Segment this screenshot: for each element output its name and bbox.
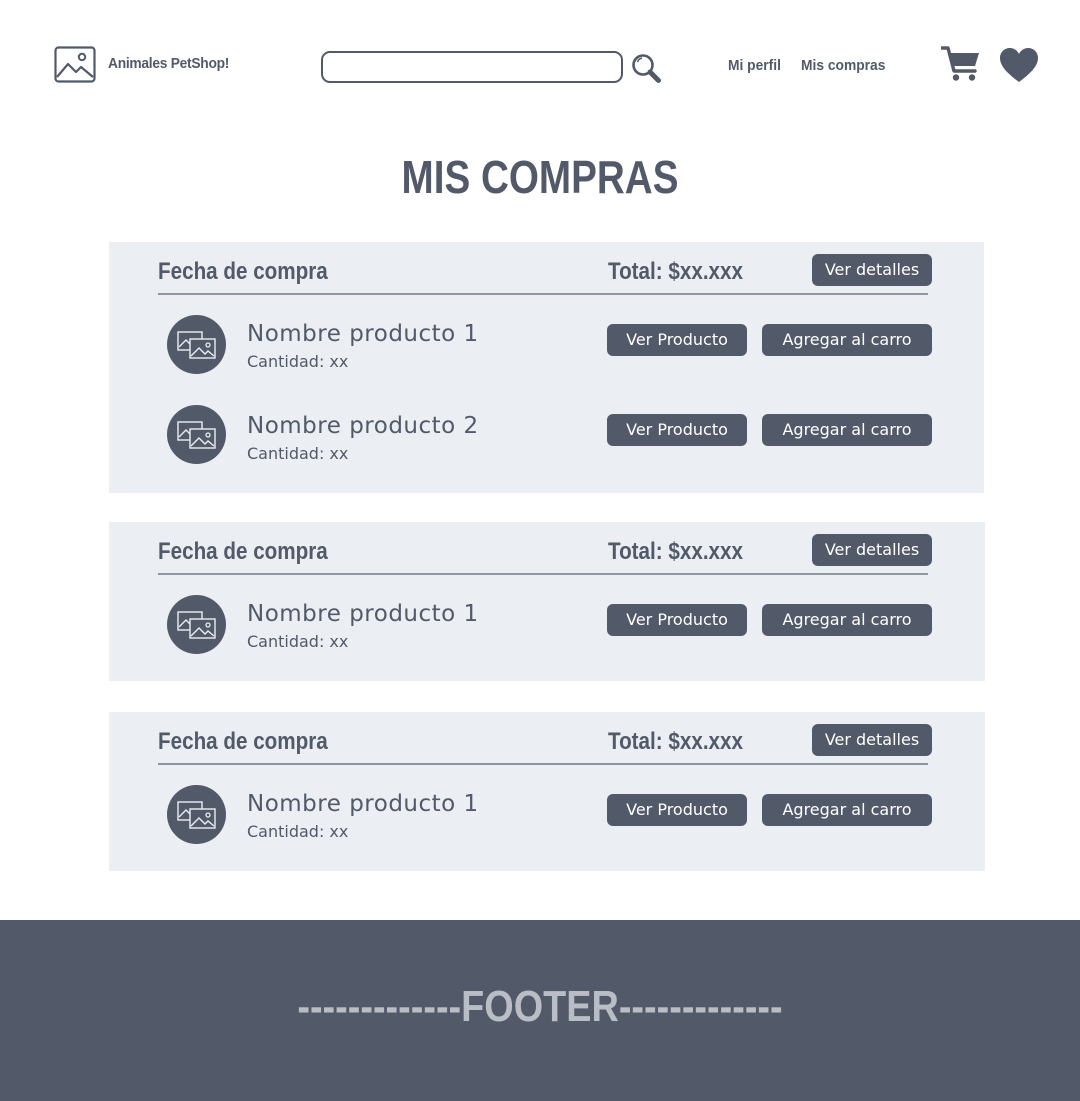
product-quantity: Cantidad: xx: [247, 822, 349, 841]
order-date: Fecha de compra: [158, 538, 328, 565]
product-thumbnail: [167, 405, 226, 464]
add-to-cart-button[interactable]: Agregar al carro: [762, 604, 932, 636]
product-thumbnail: [167, 785, 226, 844]
view-product-button[interactable]: Ver Producto: [607, 604, 747, 636]
page-title: MIS COMPRAS: [401, 151, 679, 203]
order-card: Fecha de compra Total: $xx.xxx Ver detal…: [109, 242, 984, 493]
product-item: Nombre producto 1 Cantidad: xx Ver Produ…: [109, 785, 985, 845]
order-divider: [158, 573, 928, 575]
product-item: Nombre producto 1 Cantidad: xx Ver Produ…: [109, 595, 985, 655]
order-total: Total: $xx.xxx: [608, 538, 743, 565]
order-divider: [158, 293, 928, 295]
header: Animales PetShop! Mi perfil Mis compras: [0, 0, 1080, 130]
image-icon[interactable]: [54, 46, 96, 83]
footer: -------------FOOTER-------------: [0, 920, 1080, 1101]
product-item: Nombre producto 2 Cantidad: xx Ver Produ…: [109, 405, 984, 465]
view-product-button[interactable]: Ver Producto: [607, 324, 747, 356]
search-input[interactable]: [321, 51, 623, 83]
product-thumbnail: [167, 595, 226, 654]
add-to-cart-button[interactable]: Agregar al carro: [762, 414, 932, 446]
cart-icon[interactable]: [941, 46, 981, 82]
product-image-icon: [177, 801, 216, 829]
order-date: Fecha de compra: [158, 728, 328, 755]
add-to-cart-button[interactable]: Agregar al carro: [762, 794, 932, 826]
product-name: Nombre producto 1: [247, 601, 479, 627]
nav-mi-perfil[interactable]: Mi perfil: [728, 57, 781, 74]
product-name: Nombre producto 2: [247, 413, 479, 439]
product-image-icon: [177, 611, 216, 639]
view-details-button[interactable]: Ver detalles: [812, 254, 932, 286]
order-card: Fecha de compra Total: $xx.xxx Ver detal…: [109, 522, 985, 681]
heart-icon[interactable]: [999, 47, 1039, 83]
product-quantity: Cantidad: xx: [247, 632, 349, 651]
nav-mis-compras[interactable]: Mis compras: [801, 57, 885, 74]
logo-text[interactable]: Animales PetShop!: [108, 55, 229, 72]
view-details-button[interactable]: Ver detalles: [812, 534, 932, 566]
order-total: Total: $xx.xxx: [608, 728, 743, 755]
order-card: Fecha de compra Total: $xx.xxx Ver detal…: [109, 712, 985, 871]
view-product-button[interactable]: Ver Producto: [607, 794, 747, 826]
product-item: Nombre producto 1 Cantidad: xx Ver Produ…: [109, 315, 984, 375]
order-date: Fecha de compra: [158, 258, 328, 285]
product-name: Nombre producto 1: [247, 321, 479, 347]
order-total: Total: $xx.xxx: [608, 258, 743, 285]
search-icon[interactable]: [631, 53, 661, 83]
product-image-icon: [177, 331, 216, 359]
view-details-button[interactable]: Ver detalles: [812, 724, 932, 756]
footer-text: -------------FOOTER-------------: [297, 982, 783, 1031]
product-quantity: Cantidad: xx: [247, 352, 349, 371]
add-to-cart-button[interactable]: Agregar al carro: [762, 324, 932, 356]
order-divider: [158, 763, 928, 765]
view-product-button[interactable]: Ver Producto: [607, 414, 747, 446]
product-quantity: Cantidad: xx: [247, 444, 349, 463]
product-thumbnail: [167, 315, 226, 374]
product-name: Nombre producto 1: [247, 791, 479, 817]
product-image-icon: [177, 421, 216, 449]
